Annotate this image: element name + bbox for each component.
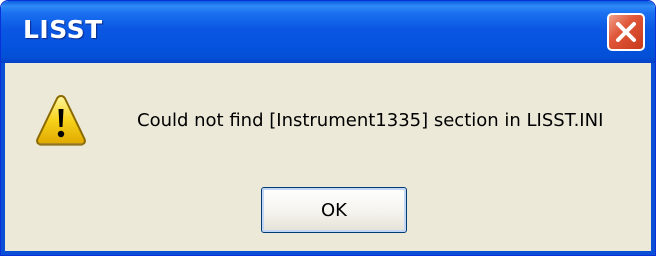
ok-button[interactable]: OK (261, 187, 407, 233)
title-bar[interactable]: LISST (1, 1, 655, 63)
window-border-right (651, 63, 655, 255)
window-border-left (1, 63, 5, 255)
warning-icon (36, 95, 86, 146)
window-title: LISST (23, 15, 103, 44)
window-border-bottom (1, 251, 655, 255)
close-button[interactable] (607, 13, 645, 51)
ok-button-label: OK (321, 199, 347, 221)
dialog-message: Could not find [Instrument1335] section … (137, 110, 604, 131)
dialog-window: LISST Could not find [Instrument1335] se… (0, 0, 656, 256)
close-icon (616, 22, 636, 42)
